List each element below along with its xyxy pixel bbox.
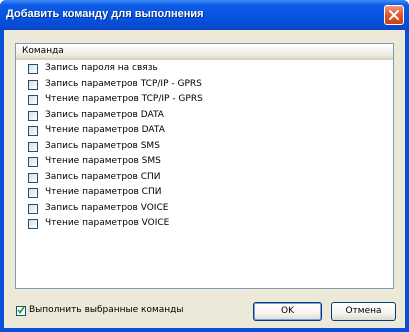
list-item-checkbox[interactable] — [28, 157, 38, 167]
list-item[interactable]: Чтение параметров VOICE — [16, 217, 393, 233]
list-item[interactable]: Запись параметров SMS — [16, 140, 393, 156]
list-item[interactable]: Чтение параметров DATA — [16, 124, 393, 140]
list-item-label: Запись параметров SMS — [45, 140, 160, 151]
list-item-checkbox[interactable] — [28, 188, 38, 198]
list-item-checkbox[interactable] — [28, 126, 38, 136]
list-item-checkbox[interactable] — [28, 219, 38, 229]
list-item-label: Запись параметров TCP/IP - GPRS — [45, 78, 202, 89]
command-list[interactable]: Команда Запись пароля на связь Запись пар… — [15, 43, 394, 289]
column-header-command[interactable]: Команда — [16, 44, 393, 60]
list-item[interactable]: Запись параметров VOICE — [16, 202, 393, 218]
list-item-label: Чтение параметров VOICE — [45, 218, 170, 228]
list-item[interactable]: Чтение параметров TCP/IP - GPRS — [16, 93, 393, 109]
list-item-label: Чтение параметров TCP/IP - GPRS — [45, 94, 203, 104]
execute-selected-label: Выполнить выбранные команды — [29, 305, 184, 315]
list-item-label: Запись параметров СПИ — [45, 171, 161, 182]
checkmark-icon — [17, 306, 25, 314]
ok-button[interactable]: OK — [253, 302, 322, 321]
title-bar[interactable]: Добавить команду для выполнения — [0, 0, 409, 30]
list-item[interactable]: Запись параметров СПИ — [16, 171, 393, 187]
list-item-label: Запись параметров VOICE — [45, 202, 169, 213]
list-item-checkbox[interactable] — [28, 64, 38, 74]
list-item-checkbox[interactable] — [28, 79, 38, 90]
list-item[interactable]: Запись параметров TCP/IP - GPRS — [16, 78, 393, 94]
close-button[interactable] — [384, 5, 404, 25]
list-item-checkbox[interactable] — [28, 141, 38, 152]
list-item-checkbox[interactable] — [28, 95, 38, 105]
column-header-label: Команда — [22, 46, 64, 56]
list-item[interactable]: Чтение параметров SMS — [16, 155, 393, 171]
list-item-label: Запись пароля на связь — [45, 63, 158, 73]
list-item-label: Запись параметров DATA — [45, 109, 164, 120]
dialog-body: Команда Запись пароля на связь Запись пар… — [4, 30, 405, 328]
command-rows: Запись пароля на связь Запись параметров … — [16, 62, 393, 233]
list-item[interactable]: Чтение параметров СПИ — [16, 186, 393, 202]
dialog-window: Добавить команду для выполнения Команда … — [0, 0, 409, 332]
cancel-button[interactable]: Отмена — [331, 302, 396, 321]
window-title: Добавить команду для выполнения — [6, 8, 204, 20]
list-item-label: Чтение параметров DATA — [45, 125, 165, 135]
list-item-checkbox[interactable] — [28, 110, 38, 121]
close-icon — [389, 10, 399, 20]
list-item-label: Чтение параметров SMS — [45, 156, 161, 166]
list-item[interactable]: Запись параметров DATA — [16, 109, 393, 125]
list-item-checkbox[interactable] — [28, 203, 38, 214]
list-item[interactable]: Запись пароля на связь — [16, 62, 393, 78]
list-item-checkbox[interactable] — [28, 172, 38, 183]
list-item-label: Чтение параметров СПИ — [45, 187, 162, 197]
